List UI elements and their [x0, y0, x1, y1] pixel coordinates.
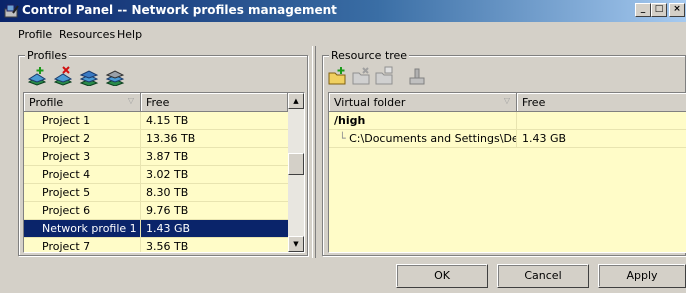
- scroll-up-button[interactable]: ▲: [288, 93, 304, 109]
- table-row[interactable]: Project 4 3.02 TB: [24, 166, 288, 184]
- resource-header-folder-label: Virtual folder: [334, 96, 406, 109]
- cancel-button[interactable]: Cancel: [497, 264, 589, 288]
- profiles-group-title: Profiles: [25, 49, 69, 62]
- panel-splitter[interactable]: [312, 46, 316, 258]
- scroll-thumb[interactable]: [288, 153, 304, 175]
- control-panel-icon: [4, 4, 19, 18]
- menu-resources[interactable]: Resources: [59, 28, 115, 41]
- title-bar[interactable]: Control Panel -- Network profiles manage…: [0, 0, 686, 22]
- profile-free-cell: 3.87 TB: [146, 150, 189, 163]
- close-button[interactable]: ×: [669, 3, 685, 17]
- maximize-button[interactable]: □: [651, 3, 667, 17]
- profiles-header-free[interactable]: Free: [141, 93, 288, 112]
- profile-free-cell: 13.36 TB: [146, 132, 196, 145]
- profile-name-cell: Project 7: [24, 238, 141, 252]
- profiles-group: Profiles Profile ▽ Free Project 1 4.15 TB…: [18, 49, 308, 256]
- profile-free-cell: 4.15 TB: [146, 114, 189, 127]
- tree-row[interactable]: └ C:\Documents and Settings\Dev\... 1.43…: [329, 130, 686, 148]
- add-profile-icon[interactable]: [27, 66, 47, 86]
- edit-folder-icon[interactable]: [375, 66, 395, 86]
- profiles-header-free-label: Free: [146, 96, 170, 109]
- table-row[interactable]: Project 7 3.56 TB: [24, 238, 288, 253]
- profile-name-cell: Network profile 1: [24, 220, 141, 238]
- minimize-button[interactable]: _: [635, 3, 651, 17]
- remove-profile-icon[interactable]: [53, 66, 73, 86]
- menu-help[interactable]: Help: [117, 28, 142, 41]
- profiles-header-profile-label: Profile: [29, 96, 64, 109]
- tree-connector: └: [339, 132, 346, 145]
- resource-header-free[interactable]: Free: [517, 93, 686, 112]
- table-row[interactable]: Project 5 8.30 TB: [24, 184, 288, 202]
- profiles-table[interactable]: Profile ▽ Free Project 1 4.15 TB Project 2…: [23, 92, 305, 253]
- tree-folder-name: /high: [329, 112, 517, 130]
- profiles-scrollbar[interactable]: ▲ ▼: [288, 93, 304, 252]
- profile-name-cell: Project 5: [24, 184, 141, 202]
- resource-header-folder[interactable]: Virtual folder ▽: [329, 93, 517, 112]
- window-title: Control Panel -- Network profiles manage…: [22, 3, 337, 17]
- profile-name-cell: Project 6: [24, 202, 141, 220]
- tree-folder-free: 1.43 GB: [522, 132, 567, 145]
- table-row[interactable]: Network profile 1 1.43 GB: [24, 220, 288, 238]
- profiles-header-profile[interactable]: Profile ▽: [24, 93, 141, 112]
- sort-arrow-icon: ▽: [127, 96, 134, 105]
- apply-button[interactable]: Apply: [598, 264, 686, 288]
- table-row[interactable]: Project 3 3.87 TB: [24, 148, 288, 166]
- add-folder-icon[interactable]: [328, 66, 348, 86]
- profile-free-cell: 3.02 TB: [146, 168, 189, 181]
- scroll-down-button[interactable]: ▼: [288, 236, 304, 252]
- profile-free-cell: 8.30 TB: [146, 186, 189, 199]
- sort-arrow-icon: ▽: [503, 96, 510, 105]
- profile-free-cell: 1.43 GB: [146, 222, 191, 235]
- table-row[interactable]: Project 2 13.36 TB: [24, 130, 288, 148]
- menu-bar: Profile Resources Help: [0, 24, 686, 44]
- table-row[interactable]: Project 6 9.76 TB: [24, 202, 288, 220]
- resource-tree-group-title: Resource tree: [329, 49, 410, 62]
- resource-tree-table[interactable]: Virtual folder ▽ Free /high └ C:\Documen…: [328, 92, 686, 253]
- tree-folder-path-text: C:\Documents and Settings\Dev\...: [349, 132, 516, 145]
- resource-tree-group: Resource tree Virtual folder ▽ Free /hig…: [322, 49, 686, 256]
- resource-header-free-label: Free: [522, 96, 546, 109]
- profile-name-cell: Project 1: [24, 112, 141, 130]
- copy-profile-icon[interactable]: [79, 66, 99, 86]
- tree-folder-free: [517, 112, 686, 130]
- profile-free-cell: 9.76 TB: [146, 204, 189, 217]
- profile-free-cell: 3.56 TB: [146, 240, 189, 253]
- disconnect-icon[interactable]: [407, 66, 427, 86]
- profile-name-cell: Project 3: [24, 148, 141, 166]
- profile-name-cell: Project 4: [24, 166, 141, 184]
- tree-row[interactable]: /high: [329, 112, 686, 130]
- tree-folder-path: └ C:\Documents and Settings\Dev\...: [329, 130, 517, 148]
- edit-profile-icon[interactable]: [105, 66, 125, 86]
- ok-button[interactable]: OK: [396, 264, 488, 288]
- menu-profile[interactable]: Profile: [18, 28, 52, 41]
- table-row[interactable]: Project 1 4.15 TB: [24, 112, 288, 130]
- profile-name-cell: Project 2: [24, 130, 141, 148]
- remove-folder-icon[interactable]: [352, 66, 372, 86]
